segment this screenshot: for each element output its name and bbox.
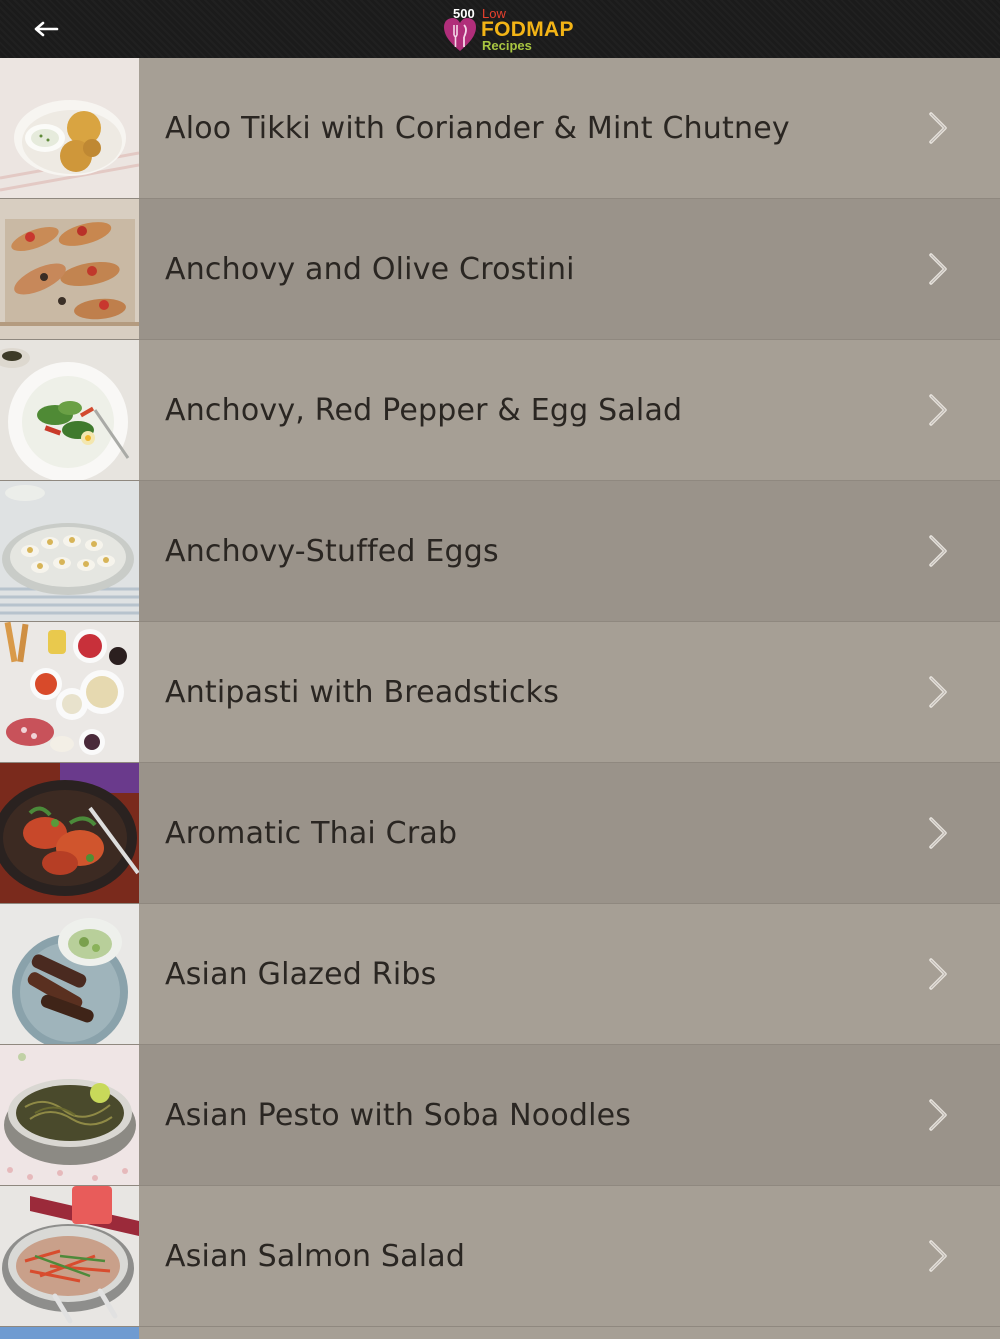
recipe-title: Asian Salmon Salad xyxy=(165,1238,466,1274)
recipe-row[interactable]: Anchovy, Red Pepper & Egg Salad xyxy=(0,340,1000,481)
recipe-thumbnail xyxy=(0,481,139,621)
recipe-title: Antipasti with Breadsticks xyxy=(165,674,560,710)
top-bar: 500 Low FODMAP Recipes xyxy=(0,0,1000,58)
recipe-thumbnail xyxy=(0,199,139,339)
recipe-row[interactable]: Antipasti with Breadsticks xyxy=(0,622,1000,763)
recipe-thumbnail xyxy=(0,904,139,1044)
back-arrow-icon xyxy=(34,21,59,37)
chevron-right-icon xyxy=(929,112,947,144)
recipe-row[interactable]: Anchovy and Olive Crostini xyxy=(0,199,1000,340)
recipe-thumbnail xyxy=(0,1186,139,1326)
chevron-right-icon xyxy=(929,676,947,708)
recipe-row[interactable]: Aloo Tikki with Coriander & Mint Chutney xyxy=(0,58,1000,199)
recipe-title: Aromatic Thai Crab xyxy=(165,815,458,851)
chevron-right-icon xyxy=(929,1099,947,1131)
recipe-title: Anchovy and Olive Crostini xyxy=(165,251,575,287)
recipe-row[interactable]: Asian Glazed Ribs xyxy=(0,904,1000,1045)
app-logo: 500 Low FODMAP Recipes xyxy=(443,5,583,55)
recipe-thumbnail xyxy=(0,340,139,480)
recipe-row[interactable]: Aromatic Thai Crab xyxy=(0,763,1000,904)
chevron-right-icon xyxy=(929,817,947,849)
chevron-right-icon xyxy=(929,958,947,990)
back-button[interactable] xyxy=(30,15,62,43)
recipe-row[interactable]: Anchovy-Stuffed Eggs xyxy=(0,481,1000,622)
recipe-list: Aloo Tikki with Coriander & Mint Chutney… xyxy=(0,58,1000,1339)
chevron-right-icon xyxy=(929,1240,947,1272)
logo-text-recipes: Recipes xyxy=(482,38,532,53)
next-row-peek xyxy=(0,1327,1000,1339)
recipe-title: Aloo Tikki with Coriander & Mint Chutney xyxy=(165,110,790,146)
chevron-right-icon xyxy=(929,253,947,285)
chevron-right-icon xyxy=(929,535,947,567)
recipe-thumbnail xyxy=(0,1045,139,1185)
recipe-row[interactable]: Asian Pesto with Soba Noodles xyxy=(0,1045,1000,1186)
recipe-title: Asian Glazed Ribs xyxy=(165,956,437,992)
heart-fork-logo-icon xyxy=(444,18,476,51)
recipe-title: Anchovy-Stuffed Eggs xyxy=(165,533,499,569)
logo-text-500: 500 xyxy=(453,6,475,21)
chevron-right-icon xyxy=(929,394,947,426)
recipe-row[interactable]: Asian Salmon Salad xyxy=(0,1186,1000,1327)
recipe-title: Anchovy, Red Pepper & Egg Salad xyxy=(165,392,683,428)
recipe-thumbnail xyxy=(0,58,139,198)
recipe-thumbnail xyxy=(0,763,139,903)
recipe-thumbnail xyxy=(0,622,139,762)
recipe-title: Asian Pesto with Soba Noodles xyxy=(165,1097,632,1133)
